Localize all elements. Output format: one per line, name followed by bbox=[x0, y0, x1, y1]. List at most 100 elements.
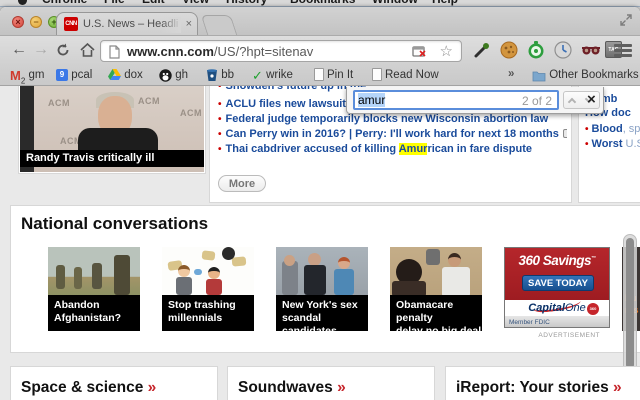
bookmark-read-now[interactable]: Read Now bbox=[372, 68, 439, 84]
tile-caption: Abandon Afghanistan? bbox=[48, 295, 140, 331]
tab-us-news[interactable]: CNN U.S. News – Headlines, Sto × bbox=[56, 12, 198, 35]
photo-figure bbox=[448, 253, 461, 267]
home-button[interactable] bbox=[76, 39, 98, 61]
tab-close-icon[interactable]: × bbox=[186, 18, 192, 31]
tab-title-fade bbox=[161, 17, 181, 33]
national-conversations-module: National conversations Abandon Afghanista… bbox=[10, 205, 640, 353]
bookmark-gmail[interactable]: M2 gm bbox=[10, 68, 44, 85]
page-icon bbox=[372, 68, 382, 81]
ad-cta-button[interactable]: SAVE TODAY bbox=[522, 275, 594, 291]
other-bookmarks-folder[interactable]: Other Bookmarks bbox=[532, 68, 639, 84]
eyedropper-extension-icon[interactable] bbox=[473, 41, 492, 60]
photo-figure bbox=[442, 267, 470, 297]
top-story-caption[interactable]: Randy Travis critically ill bbox=[20, 150, 204, 167]
bookmark-star-icon[interactable]: ☆ bbox=[440, 42, 453, 60]
backdrop-text: ACM bbox=[48, 98, 70, 108]
tile-caption: New York's sex scandal candidates bbox=[276, 295, 368, 331]
right-headline[interactable]: •Worst U.S bbox=[585, 138, 640, 150]
menu-bookmarks[interactable]: Bookmarks bbox=[290, 0, 355, 6]
menu-chrome[interactable]: Chrome bbox=[42, 0, 87, 6]
headline-link[interactable]: • Can Perry win in 2016? | Perry: I'll wo… bbox=[218, 128, 567, 140]
scrollbar-track[interactable] bbox=[623, 234, 637, 378]
url-domain: www.cnn.com bbox=[127, 44, 214, 59]
bullet-icon: • bbox=[218, 86, 222, 92]
find-previous-button[interactable] bbox=[563, 91, 582, 109]
popup-blocked-icon[interactable] bbox=[412, 46, 427, 58]
menu-help[interactable]: Help bbox=[432, 0, 458, 6]
ad-360-badge: 360 bbox=[587, 303, 599, 315]
page-icon bbox=[109, 45, 120, 59]
cartoon-head bbox=[222, 247, 235, 260]
chevron-right-icon: » bbox=[147, 379, 157, 396]
chrome-menu-icon[interactable] bbox=[614, 44, 632, 59]
close-icon: × bbox=[587, 91, 596, 108]
menu-file[interactable]: File bbox=[104, 0, 125, 6]
browser-window: × − + CNN U.S. News – Headlines, Sto × ←… bbox=[0, 7, 640, 400]
fullscreen-icon[interactable] bbox=[620, 14, 632, 26]
find-input[interactable]: amur 2 of 2 bbox=[353, 90, 559, 110]
bookmark-label: pcal bbox=[71, 69, 93, 81]
timer-extension-icon[interactable] bbox=[527, 41, 546, 60]
new-tab-button[interactable] bbox=[200, 15, 238, 35]
section-soundwaves[interactable]: Soundwaves » bbox=[227, 366, 435, 400]
menu-window[interactable]: Window bbox=[372, 0, 418, 6]
bookmark-pin-it[interactable]: Pin It bbox=[314, 68, 353, 84]
video-icon bbox=[562, 129, 567, 138]
more-button[interactable]: More bbox=[218, 175, 266, 192]
clock-extension-icon[interactable] bbox=[554, 41, 573, 60]
section-space-science[interactable]: Space & science » bbox=[10, 366, 218, 400]
bookmark-label: gh bbox=[175, 69, 188, 81]
headline-link[interactable]: • Federal judge temporarily blocks new Wi… bbox=[218, 113, 567, 125]
conversation-tile-millennials[interactable]: Stop trashing millennials bbox=[162, 247, 254, 331]
bookmark-bb[interactable]: bb bbox=[206, 68, 234, 84]
url-text[interactable]: www.cnn.com/US/?hpt=sitenav bbox=[127, 44, 313, 59]
conversation-tile-obamacare[interactable]: Obamacare penalty delay no big deal bbox=[390, 247, 482, 331]
top-story-card[interactable]: ACM ACM ACM ACM Randy Travis critically … bbox=[18, 86, 206, 174]
member-fdic-label: Member FDIC bbox=[509, 319, 550, 326]
back-button[interactable]: ← bbox=[8, 39, 30, 61]
section-ireport[interactable]: iReport: Your stories » bbox=[445, 366, 640, 400]
backdrop-text: ACM bbox=[180, 108, 202, 118]
bullet-icon: • bbox=[585, 139, 589, 150]
reload-button[interactable] bbox=[52, 39, 74, 61]
github-icon bbox=[159, 69, 172, 82]
photo-figure bbox=[56, 265, 65, 289]
forward-button[interactable]: → bbox=[30, 39, 52, 61]
bookmark-label: bb bbox=[221, 69, 234, 81]
photo-figure bbox=[74, 267, 82, 289]
find-match-count: 2 of 2 bbox=[521, 94, 552, 108]
bookmark-label: dox bbox=[124, 69, 143, 81]
cookie-extension-icon[interactable] bbox=[500, 41, 519, 60]
menu-edit[interactable]: Edit bbox=[142, 0, 165, 6]
right-headline[interactable]: • Blood, sp bbox=[585, 123, 640, 135]
address-bar[interactable]: www.cnn.com/US/?hpt=sitenav ☆ bbox=[100, 40, 462, 62]
bookmark-wrike[interactable]: ✓ wrike bbox=[252, 68, 293, 84]
capital-one-ad[interactable]: 360 Savings™ SAVE TODAY CapitalOne 360 M… bbox=[504, 247, 610, 328]
bookmarks-bar: M2 gm 9 pcal dox gh bb ✓ wrike Pin It Re… bbox=[0, 66, 640, 86]
menu-history[interactable]: History bbox=[226, 0, 267, 6]
bookmark-pcal[interactable]: 9 pcal bbox=[56, 68, 92, 84]
apple-menu-icon[interactable] bbox=[18, 0, 27, 5]
glasses-extension-icon[interactable] bbox=[581, 41, 600, 60]
find-in-page-bar: amur 2 of 2 × bbox=[346, 87, 604, 114]
bitbucket-icon bbox=[207, 69, 217, 81]
window-minimize-button[interactable]: − bbox=[30, 16, 42, 28]
bookmark-label: wrike bbox=[266, 69, 293, 81]
menu-view[interactable]: View bbox=[182, 0, 209, 6]
scrollbar-thumb[interactable] bbox=[626, 238, 634, 369]
speech-bubble bbox=[201, 250, 216, 261]
bookmark-gh[interactable]: gh bbox=[159, 68, 188, 84]
conversation-tile-afghanistan[interactable]: Abandon Afghanistan? bbox=[48, 247, 140, 331]
bookmark-label: Read Now bbox=[385, 69, 439, 81]
ad-footer: Member FDIC bbox=[505, 316, 609, 327]
bookmarks-overflow-chevron[interactable]: » bbox=[508, 68, 514, 84]
window-close-button[interactable]: × bbox=[12, 16, 24, 28]
conversation-tile-scandal[interactable]: New York's sex scandal candidates bbox=[276, 247, 368, 331]
headline-link-match[interactable]: • Thai cabdriver accused of killing Amurr… bbox=[218, 143, 567, 155]
bookmark-dox[interactable]: dox bbox=[108, 68, 143, 84]
tile-caption: Obamacare penalty delay no big deal bbox=[390, 295, 482, 331]
photo-figure bbox=[282, 261, 298, 295]
backdrop-text: ACM bbox=[138, 96, 160, 106]
wrike-check-icon: ✓ bbox=[252, 68, 263, 83]
bullet-icon: • bbox=[218, 129, 222, 140]
